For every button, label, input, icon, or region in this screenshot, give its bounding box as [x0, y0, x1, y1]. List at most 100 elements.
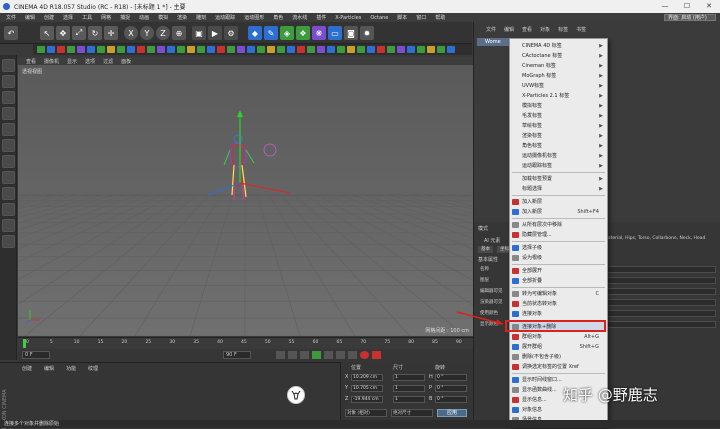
z-axis-icon[interactable]: Z	[156, 26, 170, 40]
menu-item[interactable]: 选择	[63, 14, 73, 21]
menu-item[interactable]: 运动图形	[244, 14, 264, 21]
menu-item[interactable]: 模拟	[158, 14, 168, 21]
floor-icon[interactable]: ▭	[328, 26, 342, 40]
context-menu-item[interactable]: UVW标签 ▶	[510, 81, 607, 91]
toolbar-tool-icon[interactable]	[147, 46, 155, 53]
toolbar-tool-icon[interactable]	[417, 46, 425, 53]
toolbar-tool-icon[interactable]	[197, 46, 205, 53]
scale-icon[interactable]: ⤢	[72, 26, 86, 40]
toolbar-tool-icon[interactable]	[317, 46, 325, 53]
size-field[interactable]: 1	[393, 385, 425, 392]
render-picture-viewer-icon[interactable]: ▶	[208, 26, 222, 40]
toolbar-tool-icon[interactable]	[87, 46, 95, 53]
frame-start-field[interactable]: 0 F	[22, 351, 50, 359]
toolbar-tool-icon[interactable]	[267, 46, 275, 53]
toolbar-tool-icon[interactable]	[227, 46, 235, 53]
attribute-value-field[interactable]	[606, 299, 716, 306]
toolbar-tool-icon[interactable]	[107, 46, 115, 53]
toolbar-tool-icon[interactable]	[37, 46, 45, 53]
object-menu-item[interactable]: 标签	[558, 26, 568, 34]
next-key-icon[interactable]	[336, 351, 345, 359]
maximize-button[interactable]: ☐	[676, 0, 698, 13]
toolbar-tool-icon[interactable]	[177, 46, 185, 53]
go-to-end-icon[interactable]	[348, 351, 357, 359]
toolbar-tool-icon[interactable]	[447, 46, 455, 53]
object-menu-item[interactable]: 查看	[522, 26, 532, 34]
soft-select-icon[interactable]	[2, 219, 15, 232]
menu-item[interactable]: 角色	[273, 14, 283, 21]
toolbar-tool-icon[interactable]	[127, 46, 135, 53]
menu-item[interactable]: 网格	[101, 14, 111, 21]
context-menu-item[interactable]: 渲染标签 ▶	[510, 131, 607, 141]
menu-item[interactable]: 渲染	[177, 14, 187, 21]
toolbar-tool-icon[interactable]	[187, 46, 195, 53]
attribute-value-field[interactable]	[606, 277, 716, 284]
texture-mode-icon[interactable]	[2, 91, 15, 104]
move-icon[interactable]: ✥	[56, 26, 70, 40]
context-menu-item[interactable]: Cineman 标签 ▶	[510, 61, 607, 71]
context-menu-item[interactable]: X-Particles 2.1 标签 ▶	[510, 91, 607, 101]
apply-button[interactable]: 应用	[437, 409, 467, 417]
menu-item[interactable]: 帮助	[435, 14, 445, 21]
size-field[interactable]: 1	[393, 396, 425, 403]
context-menu-item[interactable]: 毛发标签 ▶	[510, 111, 607, 121]
menu-item[interactable]: 雕刻	[196, 14, 206, 21]
toolbar-tool-icon[interactable]	[77, 46, 85, 53]
rotation-field[interactable]: 0 °	[435, 385, 467, 392]
material-menu-item[interactable]: 纹理	[88, 365, 98, 372]
toolbar-tool-icon[interactable]	[287, 46, 295, 53]
context-menu-item[interactable]: CActoctane 标签 ▶	[510, 51, 607, 61]
viewport-menu-item[interactable]: 查看	[26, 58, 36, 65]
menu-item[interactable]: 流水线	[292, 14, 307, 21]
toolbar-tool-icon[interactable]	[47, 46, 55, 53]
tab-basic[interactable]: 基本	[478, 246, 493, 253]
toolbar-tool-icon[interactable]	[67, 46, 75, 53]
toolbar-tool-icon[interactable]	[377, 46, 385, 53]
object-menu-item[interactable]: 对象	[540, 26, 550, 34]
points-mode-icon[interactable]	[2, 123, 15, 136]
toolbar-tool-icon[interactable]	[367, 46, 375, 53]
context-menu-item[interactable]: 标题选择 ▶	[510, 184, 607, 194]
render-settings-icon[interactable]: ⚙	[224, 26, 238, 40]
light-icon[interactable]: ✹	[360, 26, 374, 40]
context-menu-item[interactable]: 隐藏层管理...	[510, 230, 607, 240]
context-menu-item[interactable]: 运动摄像机标签 ▶	[510, 151, 607, 161]
menu-item[interactable]: 创建	[44, 14, 54, 21]
context-menu-item[interactable]: 设为根级	[510, 253, 607, 263]
menu-item[interactable]: 脚本	[397, 14, 407, 21]
toolbar-tool-icon[interactable]	[277, 46, 285, 53]
next-frame-icon[interactable]	[324, 351, 333, 359]
menu-item[interactable]: X-Particles	[335, 15, 361, 21]
toolbar-tool-icon[interactable]	[137, 46, 145, 53]
attribute-value-field[interactable]	[606, 288, 716, 295]
context-menu-item[interactable]: 连接对象	[510, 309, 607, 319]
material-menu-item[interactable]: 功能	[66, 365, 76, 372]
context-menu-item[interactable]: 调换选定标签的位置 Xref	[510, 362, 607, 372]
toolbar-tool-icon[interactable]	[427, 46, 435, 53]
attribute-value-field[interactable]	[606, 321, 716, 328]
context-menu-item[interactable]: 加载标签预置 ▶	[510, 174, 607, 184]
size-field[interactable]: 1	[393, 374, 425, 381]
toolbar-tool-icon[interactable]	[207, 46, 215, 53]
coordinate-system-icon[interactable]: ⊕	[172, 26, 186, 40]
object-menu-item[interactable]: 书签	[576, 26, 586, 34]
context-menu-item[interactable]: MoGraph 标签 ▶	[510, 71, 607, 81]
toolbar-tool-icon[interactable]	[97, 46, 105, 53]
context-menu-item[interactable]: 展开群组 Shift+G	[510, 342, 607, 352]
coordinate-mode-select[interactable]: 对象 (相对)	[345, 409, 387, 417]
position-field[interactable]: -19.944 cm	[351, 396, 383, 403]
viewport-menu-item[interactable]: 面板	[121, 58, 131, 65]
material-menu-item[interactable]: 编辑	[44, 365, 54, 372]
toolbar-tool-icon[interactable]	[257, 46, 265, 53]
position-field[interactable]: 10.705 cm	[351, 385, 383, 392]
context-menu-item[interactable]: 加入新层 Shift+F4	[510, 207, 607, 217]
undo-icon[interactable]: ↶	[4, 26, 18, 40]
toolbar-tool-icon[interactable]	[217, 46, 225, 53]
array-icon[interactable]: ❖	[296, 26, 310, 40]
size-mode-select[interactable]: 绝对尺寸	[391, 409, 433, 417]
toolbar-tool-icon[interactable]	[237, 46, 245, 53]
x-axis-icon[interactable]: X	[124, 26, 138, 40]
autokey-icon[interactable]	[372, 351, 381, 359]
play-icon[interactable]	[312, 351, 321, 359]
cube-icon[interactable]: ◆	[248, 26, 262, 40]
